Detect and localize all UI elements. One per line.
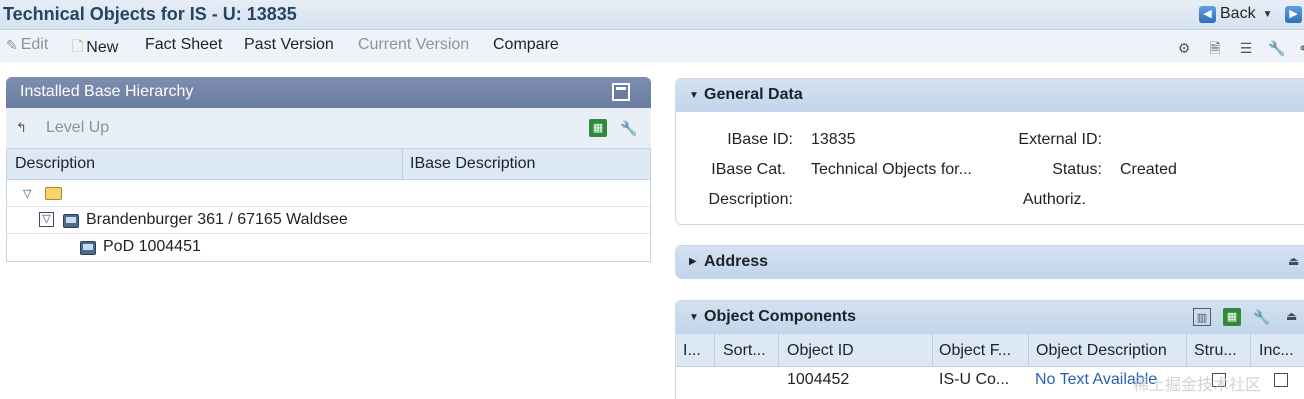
hierarchy-title: Installed Base Hierarchy xyxy=(20,83,194,100)
maximize-icon[interactable] xyxy=(612,83,630,101)
edit-button[interactable]: ✎ Edit xyxy=(6,36,48,54)
components-table-header: I... Sort... Object ID Object F... Objec… xyxy=(676,334,1304,367)
hierarchy-panel-header: Installed Base Hierarchy xyxy=(6,77,651,108)
column-header-sort[interactable]: Sort... xyxy=(723,342,766,360)
tree-node-label: PoD 1004451 xyxy=(103,238,201,255)
chevron-down-icon[interactable]: ▼ xyxy=(1263,9,1273,20)
wrench-icon[interactable]: 🔧 xyxy=(1268,39,1286,57)
tree-node-label: Brandenburger 361 / 67165 Waldsee xyxy=(86,211,348,228)
page-title: Technical Objects for IS - U: 13835 xyxy=(3,4,297,24)
column-header-ibase-description[interactable]: IBase Description xyxy=(410,155,535,173)
expand-triangle-icon[interactable]: ▽ xyxy=(23,187,31,200)
ibase-id-value: 13835 xyxy=(811,131,856,148)
address-header[interactable]: ▶ Address ⏏ xyxy=(676,246,1304,279)
object-components-header[interactable]: ▼ Object Components ▥ ▦ 🔧 ⏏ xyxy=(676,301,1304,334)
eject-icon[interactable]: ⏏ xyxy=(1286,309,1297,323)
fact-sheet-button[interactable]: Fact Sheet xyxy=(145,36,222,54)
level-up-icon[interactable]: ↰ xyxy=(16,120,27,136)
past-version-button[interactable]: Past Version xyxy=(244,36,334,54)
general-data-panel: ▼ General Data IBase ID: 13835 External … xyxy=(675,78,1304,225)
column-header-description[interactable]: Description xyxy=(15,155,95,173)
list-icon[interactable]: ☰ xyxy=(1237,39,1255,57)
tree-row-root[interactable]: ▽ xyxy=(7,180,650,207)
current-version-button[interactable]: Current Version xyxy=(358,36,469,54)
column-divider[interactable] xyxy=(1186,334,1187,367)
forward-arrow-icon[interactable]: ▶ xyxy=(1285,6,1302,23)
status-label: Status: xyxy=(1052,161,1102,178)
general-data-header[interactable]: ▼ General Data xyxy=(676,79,1304,112)
watermark: 稀土掘金技术社区 xyxy=(1133,377,1262,394)
column-divider[interactable] xyxy=(778,334,779,367)
external-id-label: External ID: xyxy=(1018,131,1102,148)
tree-row-brandenburger[interactable]: ▽ Brandenburger 361 / 67165 Waldsee xyxy=(7,207,650,234)
status-value: Created xyxy=(1120,161,1177,178)
link-icon[interactable]: ⚭ xyxy=(1295,39,1304,57)
object-components-title: Object Components xyxy=(704,308,857,325)
description-label: Description: xyxy=(708,191,793,208)
main-toolbar: ✎ Edit 🗋 New Fact Sheet Past Version Cur… xyxy=(0,30,1304,62)
back-arrow-icon: ◀ xyxy=(1199,5,1216,23)
column-header-object-id[interactable]: Object ID xyxy=(787,342,854,360)
new-button[interactable]: 🗋 New xyxy=(72,36,118,60)
new-label: New xyxy=(86,39,119,56)
expand-triangle-icon[interactable]: ▶ xyxy=(689,256,697,267)
address-title: Address xyxy=(704,253,769,270)
compare-button[interactable]: Compare xyxy=(493,36,559,54)
pencil-icon: ✎ xyxy=(6,36,18,53)
back-label: Back xyxy=(1220,5,1256,22)
expand-triangle-icon[interactable]: ▽ xyxy=(39,212,54,227)
column-divider[interactable] xyxy=(1028,334,1029,367)
authoriz-label: Authoriz. xyxy=(1022,191,1086,208)
level-up-button[interactable]: Level Up xyxy=(46,119,109,137)
hierarchy-table: Description IBase Description ▽ ▽ Brande… xyxy=(6,148,651,262)
ibase-cat-label: IBase Cat. xyxy=(711,161,786,178)
object-f-cell: IS-U Co... xyxy=(939,371,1010,388)
wrench-icon[interactable]: 🔧 xyxy=(1253,308,1271,326)
column-header-inc[interactable]: Inc... xyxy=(1259,342,1294,360)
column-header-object-f[interactable]: Object F... xyxy=(939,342,1011,360)
address-panel: ▶ Address ⏏ xyxy=(675,245,1304,279)
ibase-id-label: IBase ID: xyxy=(727,131,793,148)
collapse-triangle-icon[interactable]: ▼ xyxy=(689,312,699,323)
hierarchy-toolbar: ↰ Level Up ▦ 🔧 xyxy=(6,108,651,148)
wrench-icon[interactable]: 🔧 xyxy=(620,119,638,137)
document-search-icon[interactable]: 🗎 xyxy=(1206,39,1224,57)
chart-icon[interactable]: ▥ xyxy=(1193,308,1211,326)
back-button[interactable]: ◀ Back ▼ xyxy=(1199,5,1272,23)
column-header-i[interactable]: I... xyxy=(683,342,701,360)
column-divider[interactable] xyxy=(932,334,933,367)
tree-row-pod[interactable]: PoD 1004451 xyxy=(7,234,650,261)
installation-icon xyxy=(63,214,79,228)
table-header: Description IBase Description xyxy=(7,148,650,180)
ibase-cat-value: Technical Objects for... xyxy=(811,161,972,178)
gear-icon[interactable]: ⚙ xyxy=(1175,39,1193,57)
column-header-stru[interactable]: Stru... xyxy=(1194,342,1237,360)
edit-label: Edit xyxy=(20,36,49,53)
column-divider[interactable] xyxy=(402,149,403,180)
spreadsheet-icon[interactable]: ▦ xyxy=(589,119,607,137)
include-checkbox[interactable] xyxy=(1274,373,1288,387)
installation-icon xyxy=(80,241,96,255)
column-divider[interactable] xyxy=(1250,334,1251,367)
spreadsheet-icon[interactable]: ▦ xyxy=(1223,308,1241,326)
collapse-triangle-icon[interactable]: ▼ xyxy=(689,90,699,101)
new-document-icon: 🗋 xyxy=(72,38,84,54)
general-data-title: General Data xyxy=(704,86,803,103)
column-header-object-description[interactable]: Object Description xyxy=(1036,342,1167,360)
column-divider[interactable] xyxy=(714,334,715,367)
title-bar: Technical Objects for IS - U: 13835 ◀ Ba… xyxy=(0,0,1304,30)
object-id-cell: 1004452 xyxy=(787,371,850,388)
eject-icon[interactable]: ⏏ xyxy=(1288,254,1299,268)
folder-icon xyxy=(45,187,62,200)
